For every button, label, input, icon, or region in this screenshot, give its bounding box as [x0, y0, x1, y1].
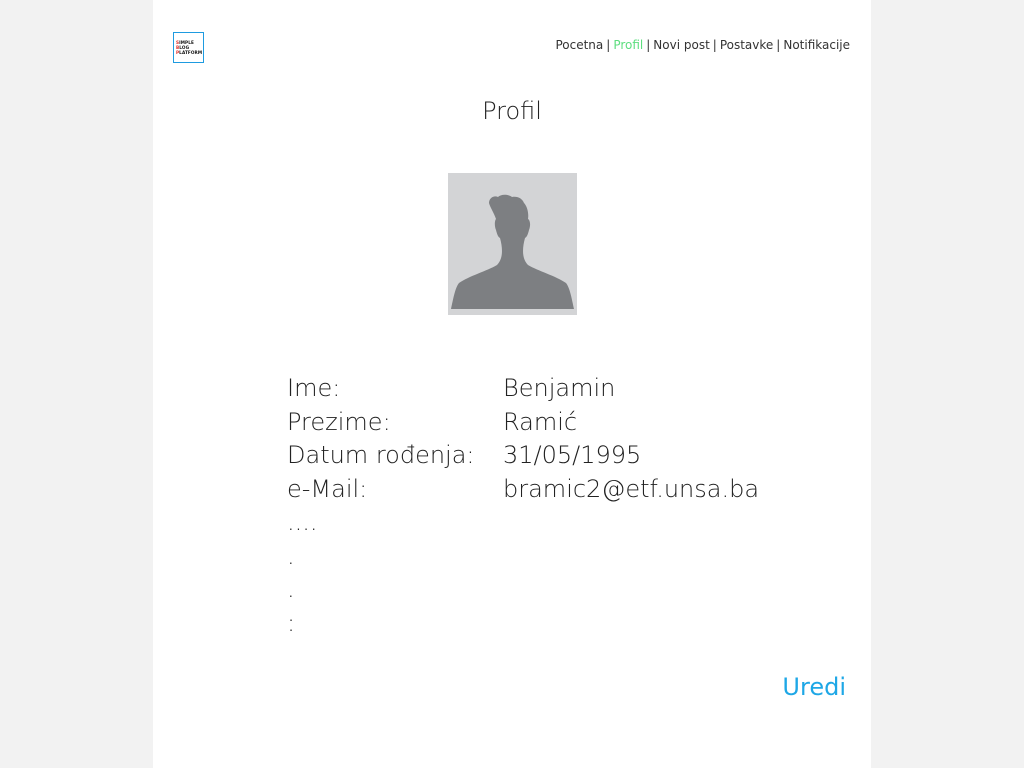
avatar [448, 173, 577, 315]
field-value: 31/05/1995 [503, 441, 642, 469]
field-value: Ramić [503, 407, 578, 436]
page-title: Profil [482, 97, 542, 125]
user-silhouette-icon [451, 194, 574, 309]
nav-item-postavke[interactable]: Postavke [720, 38, 773, 52]
placeholder-text: : [287, 608, 296, 637]
field-label: Ime: [287, 374, 341, 402]
placeholder-text: . [287, 541, 295, 570]
field-value: bramic2@etf.unsa.ba [503, 474, 760, 503]
nav-item-notifikacije[interactable]: Notifikacije [783, 38, 850, 52]
placeholder-text: . [287, 575, 295, 603]
profile-page: SIMPLE BLOG PLATFORM Pocetna | Profil | Novi… [153, 0, 871, 768]
nav-separator: | [606, 38, 611, 52]
logo-line-platform: PLATFORM [176, 50, 203, 55]
nav-item-pocetna[interactable]: Pocetna [555, 38, 603, 52]
field-label: Prezime: [287, 407, 391, 436]
placeholder-text: .... [287, 508, 318, 536]
edit-profile-link[interactable]: Uredi [782, 673, 846, 701]
top-nav: Pocetna | Profil | Novi post | Postavke | Notifi… [555, 38, 850, 52]
logo-initial: P [176, 50, 180, 55]
field-label: Datum rođenja: [287, 441, 475, 469]
nav-separator: | [712, 38, 717, 52]
field-label: e-Mail: [287, 474, 368, 503]
field-value: Benjamin [503, 374, 616, 402]
nav-item-novi-post[interactable]: Novi post [653, 38, 709, 52]
nav-separator: | [776, 38, 781, 52]
nav-separator: | [646, 38, 651, 52]
app-logo[interactable]: SIMPLE BLOG PLATFORM [173, 32, 204, 63]
nav-item-profil[interactable]: Profil [613, 38, 643, 52]
